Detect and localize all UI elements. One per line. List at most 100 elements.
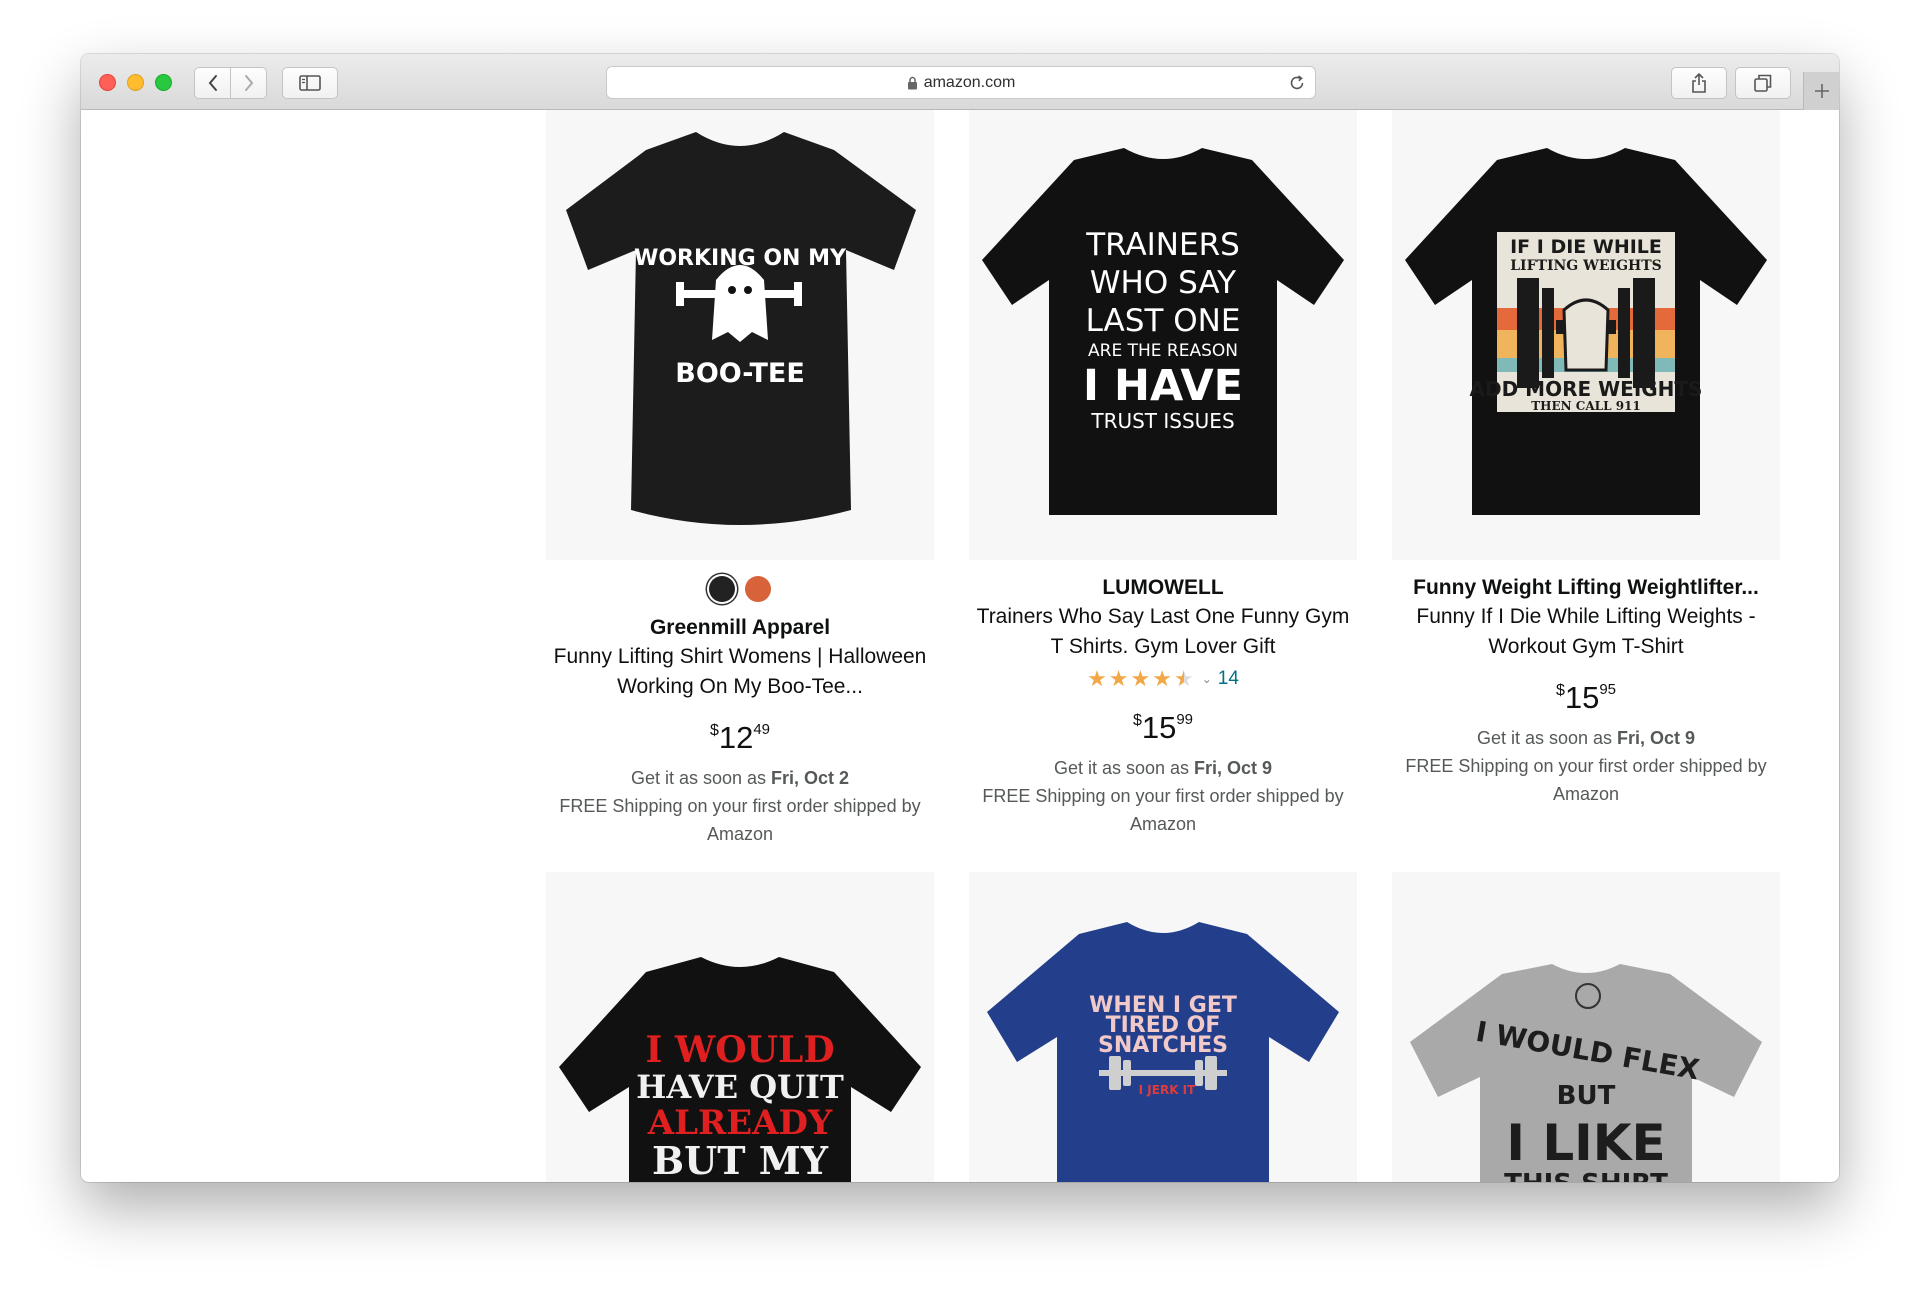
- star-full-icon: ★: [1152, 666, 1172, 691]
- share-icon: [1692, 72, 1706, 93]
- delivery-prefix: Get it as soon as: [1053, 758, 1195, 778]
- shirt-print-text: I WOULD: [645, 1029, 834, 1071]
- tshirt-image: TRAINERS WHO SAY LAST ONE ARE THE REASON…: [982, 148, 1344, 515]
- product-image[interactable]: I WOULD HAVE QUIT ALREADY BUT MY: [546, 872, 934, 1182]
- price-dollars: 12: [718, 720, 754, 755]
- product-card[interactable]: WORKING ON MY BOO-TEE Greenmill Apparel …: [546, 110, 934, 848]
- shirt-print-text: BUT MY: [652, 1138, 829, 1182]
- shirt-print-text: THIS SHIRT: [1504, 1169, 1668, 1182]
- chevron-right-icon: [244, 75, 253, 91]
- product-image[interactable]: IF I DIE WHILE LIFTING WEIGHTS ADD MORE …: [1392, 110, 1780, 560]
- show-all-tabs-button[interactable]: [1735, 67, 1791, 99]
- tshirt-image: IF I DIE WHILE LIFTING WEIGHTS ADD MORE …: [1405, 148, 1767, 515]
- product-image[interactable]: WORKING ON MY BOO-TEE: [546, 110, 934, 560]
- price-symbol: $: [1132, 712, 1142, 729]
- close-window-button[interactable]: [99, 74, 116, 91]
- page-content: WORKING ON MY BOO-TEE Greenmill Apparel …: [81, 110, 1839, 1182]
- shirt-print-text: BUT: [1557, 1081, 1616, 1111]
- product-price: $1249: [546, 712, 934, 756]
- shirt-print-text: WHO SAY: [1090, 265, 1236, 301]
- swatch-black[interactable]: [709, 576, 735, 602]
- lock-icon: [907, 76, 917, 89]
- zoom-window-button[interactable]: [155, 74, 172, 91]
- product-card[interactable]: IF I DIE WHILE LIFTING WEIGHTS ADD MORE …: [1392, 110, 1780, 808]
- rating-stars[interactable]: ★ ★ ★ ★ ★ ⌄ 14: [969, 666, 1357, 692]
- product-title[interactable]: Funny If I Die While Lifting Weights - W…: [1392, 602, 1780, 662]
- shipping-info: FREE Shipping on your first order shippe…: [559, 796, 921, 844]
- shirt-print-text: IF I DIE WHILE: [1510, 236, 1662, 258]
- delivery-info: Get it as soon as Fri, Oct 2: [546, 764, 934, 792]
- product-card[interactable]: I WOULD FLEX BUT I LIKE THIS SHIRT: [1392, 872, 1780, 1182]
- shirt-print-text: ALREADY: [647, 1103, 833, 1143]
- delivery-date: Fri, Oct 9: [1617, 728, 1696, 748]
- back-button[interactable]: [194, 67, 231, 99]
- shirt-print-text: THEN CALL 911: [1531, 399, 1641, 413]
- product-brand[interactable]: Greenmill Apparel: [546, 614, 934, 642]
- product-brand[interactable]: LUMOWELL: [969, 574, 1357, 602]
- shirt-print-text: I JERK IT: [1139, 1083, 1196, 1097]
- star-full-icon: ★: [1087, 666, 1107, 691]
- shipping-info: FREE Shipping on your first order shippe…: [1405, 756, 1767, 804]
- product-title[interactable]: Trainers Who Say Last One Funny Gym T Sh…: [969, 602, 1357, 662]
- shirt-print-text: BOO-TEE: [675, 358, 805, 389]
- product-card[interactable]: TRAINERS WHO SAY LAST ONE ARE THE REASON…: [969, 110, 1357, 838]
- new-tab-button[interactable]: [1803, 72, 1839, 110]
- share-button[interactable]: [1671, 67, 1727, 99]
- star-full-icon: ★: [1108, 666, 1129, 691]
- tabs-icon: [1754, 74, 1772, 92]
- shirt-print-text: I LIKE: [1506, 1114, 1665, 1172]
- show-sidebar-button[interactable]: [282, 67, 338, 99]
- shirt-print-text: ARE THE REASON: [1088, 341, 1238, 361]
- price-symbol: $: [709, 722, 719, 739]
- sidebar-icon: [299, 75, 321, 91]
- product-image[interactable]: I WOULD FLEX BUT I LIKE THIS SHIRT: [1392, 872, 1780, 1182]
- tshirt-image: WORKING ON MY BOO-TEE: [566, 132, 916, 525]
- star-full-icon: ★: [1130, 666, 1151, 691]
- plus-icon: [1814, 84, 1829, 98]
- shirt-print-text: SNATCHES: [1098, 1033, 1228, 1058]
- tshirt-image: I WOULD HAVE QUIT ALREADY BUT MY: [559, 957, 921, 1182]
- delivery-prefix: Get it as soon as: [630, 768, 772, 788]
- price-cents: 99: [1176, 711, 1194, 728]
- product-title[interactable]: Funny Lifting Shirt Womens | Halloween W…: [546, 642, 934, 702]
- product-image[interactable]: TRAINERS WHO SAY LAST ONE ARE THE REASON…: [969, 110, 1357, 560]
- reload-icon[interactable]: [1287, 73, 1307, 93]
- shirt-print-text: HAVE QUIT: [636, 1068, 844, 1106]
- product-card[interactable]: I WOULD HAVE QUIT ALREADY BUT MY: [546, 872, 934, 1182]
- browser-window: amazon.com WORKING ON MY BOO-TEE Greenmi…: [81, 54, 1839, 1182]
- price-cents: 95: [1599, 681, 1617, 698]
- delivery-info: Get it as soon as Fri, Oct 9: [969, 754, 1357, 782]
- product-price: $1595: [1392, 672, 1780, 716]
- product-image[interactable]: WHEN I GET TIRED OF SNATCHES I JERK IT: [969, 872, 1357, 1182]
- review-count[interactable]: 14: [1218, 668, 1239, 690]
- price-dollars: 15: [1141, 710, 1177, 745]
- address-bar[interactable]: amazon.com: [606, 66, 1316, 99]
- url-text: amazon.com: [923, 73, 1016, 91]
- shirt-print-text: LAST ONE: [1086, 303, 1241, 339]
- shirt-print-text: TRUST ISSUES: [1090, 409, 1234, 433]
- price-symbol: $: [1555, 682, 1565, 699]
- tshirt-image: I WOULD FLEX BUT I LIKE THIS SHIRT: [1410, 964, 1762, 1182]
- delivery-prefix: Get it as soon as: [1476, 728, 1618, 748]
- delivery-date: Fri, Oct 9: [1194, 758, 1273, 778]
- shirt-print-text: ADD MORE WEIGHTS: [1470, 377, 1703, 401]
- product-price: $1599: [969, 702, 1357, 746]
- browser-toolbar: amazon.com: [81, 54, 1839, 110]
- product-brand[interactable]: Funny Weight Lifting Weightlifter...: [1392, 574, 1780, 602]
- delivery-date: Fri, Oct 2: [771, 768, 850, 788]
- star-half-icon: ★: [1174, 666, 1194, 691]
- chevron-down-icon[interactable]: ⌄: [1202, 672, 1212, 686]
- shirt-print-text: LIFTING WEIGHTS: [1510, 258, 1662, 274]
- chevron-left-icon: [208, 75, 217, 91]
- price-dollars: 15: [1564, 680, 1600, 715]
- price-cents: 49: [753, 721, 771, 738]
- shirt-print-text: I HAVE: [1083, 361, 1243, 411]
- forward-button[interactable]: [230, 67, 267, 99]
- product-card[interactable]: WHEN I GET TIRED OF SNATCHES I JERK IT: [969, 872, 1357, 1182]
- delivery-info: Get it as soon as Fri, Oct 9: [1392, 724, 1780, 752]
- tshirt-image: WHEN I GET TIRED OF SNATCHES I JERK IT: [987, 922, 1339, 1182]
- swatch-orange[interactable]: [745, 576, 771, 602]
- color-swatches: [546, 574, 934, 604]
- shirt-print-text: TRAINERS: [1085, 227, 1240, 263]
- minimize-window-button[interactable]: [127, 74, 144, 91]
